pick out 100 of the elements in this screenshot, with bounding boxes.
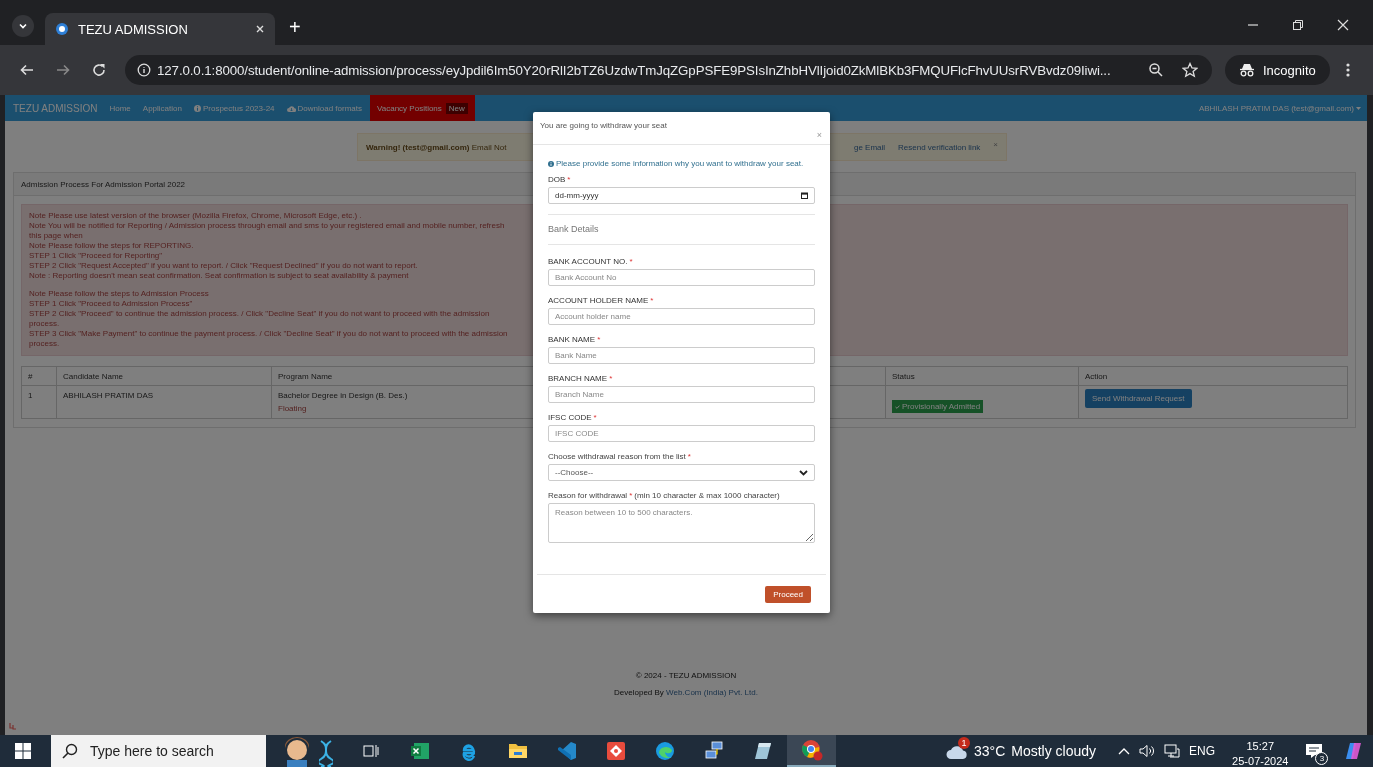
nav-link[interactable]: Home <box>103 95 137 121</box>
field-label: Reason for withdrawal <box>548 491 628 500</box>
column-header: Action <box>1084 370 1109 383</box>
speaker-icon[interactable] <box>1139 744 1156 758</box>
reason-dropdown[interactable]: --Choose-- <box>548 464 815 481</box>
developed-by-text: Developed By <box>614 688 664 697</box>
text-field[interactable]: Bank Name <box>548 347 815 364</box>
star-icon[interactable] <box>1182 62 1198 78</box>
date-field[interactable]: dd-mm-yyyy <box>548 187 815 204</box>
program-name: Bachelor Degree in Design (B. Des.) <box>278 391 408 400</box>
chevron-up-icon[interactable] <box>1118 747 1131 755</box>
note-line: STEP 3 Click "Make Payment" to continue the payment process. / Click "Decline Seat" if you do not want to proceed with the admission process. <box>29 329 509 349</box>
note-line: Note Please use latest version of the browser (Mozilla Firefox, Chrome, Microsoft Edge, etc.) . <box>29 211 363 221</box>
field-hint: (min 10 character & max 1000 character) <box>634 491 780 500</box>
column-header: # <box>22 367 57 385</box>
alert-link[interactable]: ge Email <box>853 142 886 152</box>
zoom-icon[interactable] <box>1148 62 1164 78</box>
column-header: Status <box>886 367 1079 385</box>
info-icon <box>193 104 201 112</box>
info-message: Please provide some information why you want to withdraw your seat. <box>548 159 815 168</box>
developer-link[interactable]: Web.Com (India) Pvt. Ltd. <box>666 688 758 697</box>
forward-icon[interactable] <box>55 62 71 78</box>
cloud-download-icon <box>286 104 296 112</box>
note-line: STEP 1 Click "Proceed for Reporting" <box>29 251 164 261</box>
required-mark: * <box>629 257 633 266</box>
info-icon[interactable] <box>137 63 151 77</box>
text-field[interactable]: Branch Name <box>548 386 815 403</box>
brand-link[interactable]: TEZU ADMISSION <box>13 102 98 114</box>
column-header: Candidate Name <box>57 367 272 385</box>
browser-tab[interactable]: TEZU ADMISSION <box>45 13 275 45</box>
address-bar[interactable]: 127.0.0.1:8000/student/online-admission/process/eyJpdil6Im50Y20rRlI2bTZ6UzdwTmJqZGpPSFE9PSIsInZhbHVlIjoid0ZkMlBKb3FMQUFlcFhvUUsrRVBvdz09Iiwi... <box>125 55 1212 85</box>
nav-link[interactable]: Application <box>136 95 188 121</box>
reason-textarea[interactable]: Reason between 10 to 500 characters. <box>548 503 815 543</box>
required-mark: * <box>629 491 633 500</box>
spreadsheet-icon <box>409 741 430 761</box>
required-mark: * <box>687 452 691 461</box>
warning-text: Warning! (test@gmail.com) Email Not <box>366 142 507 152</box>
clock[interactable]: 15:27 25-07-2024 <box>1232 739 1289 767</box>
field-label: IFSC CODE <box>548 413 592 422</box>
status-badge: Provisionally Admitted <box>892 400 984 413</box>
code-editor-icon <box>556 741 577 761</box>
field-label: ACCOUNT HOLDER NAME <box>548 296 649 305</box>
chevron-down-icon <box>18 21 28 31</box>
new-badge: New <box>445 102 468 114</box>
language-indicator[interactable]: ENG <box>1189 744 1216 758</box>
incognito-button[interactable]: Incognito <box>1225 55 1330 85</box>
required-mark: * <box>650 296 654 305</box>
user-menu[interactable]: ABHILASH PRATIM DAS (test@gmail.com) <box>1198 103 1367 113</box>
dialog-title: You are going to withdraw your seat <box>540 121 667 132</box>
note-line: STEP 2 Click "Request Accepted" if you want to report. / Click "Request Declined" if you do not want to report. <box>29 261 419 271</box>
reload-icon[interactable] <box>91 62 107 78</box>
required-mark: * <box>597 335 601 344</box>
notification-count: 3 <box>1315 752 1329 765</box>
program-type: Floating <box>278 404 307 413</box>
tab-search-button[interactable] <box>12 15 34 37</box>
edge-browser-icon <box>654 741 675 761</box>
note-line: Note You will be notified for Reporting / Admission process through email and sms to your registered email and mobile number, refresh this page when <box>29 221 506 241</box>
url-text: 127.0.0.1:8000/student/online-admission/process/eyJpdil6Im50Y20rRlI2bTZ6UzdwTmJqZGpPSFE9PSIsInZhbHVlIjoid0ZkMlBKb3FMQUFlcFhvUUsrRVBvdz09Iiwi... <box>157 62 1112 78</box>
search-icon <box>62 743 78 759</box>
calendar-icon[interactable] <box>801 192 808 199</box>
restore-icon[interactable] <box>1292 19 1304 31</box>
close-button[interactable]: × <box>816 130 822 140</box>
field-label: BANK NAME <box>548 335 596 344</box>
required-mark: * <box>567 175 571 184</box>
text-field[interactable]: IFSC CODE <box>548 425 815 442</box>
alert-link[interactable]: Resend verification link <box>898 142 981 152</box>
menu-icon[interactable] <box>1344 62 1351 78</box>
diamond-app-icon <box>605 741 626 761</box>
text-field[interactable]: Account holder name <box>548 308 815 325</box>
field-label: BRANCH NAME <box>548 374 608 383</box>
caret-icon <box>1356 106 1361 110</box>
nav-link[interactable]: Download formats <box>280 95 369 121</box>
chrome-icon <box>800 739 823 761</box>
back-icon[interactable] <box>19 62 35 78</box>
task-view-icon <box>362 743 379 759</box>
table-cell: 1 <box>22 386 57 418</box>
globe-icon <box>55 22 69 36</box>
send-withdrawal-button[interactable]: Send Withdrawal Request <box>1085 389 1192 408</box>
info-icon <box>548 160 554 167</box>
new-tab-button[interactable]: + <box>289 16 301 39</box>
nav-link[interactable]: Prospectus 2023-24 <box>187 95 281 121</box>
close-icon[interactable] <box>1337 19 1349 31</box>
field-label: DOB <box>548 175 566 184</box>
text-field[interactable]: Bank Account No <box>548 269 815 286</box>
folder-icon <box>507 742 528 760</box>
check-icon <box>895 404 900 409</box>
network-computers-icon <box>703 741 724 761</box>
table-cell: ABHILASH PRATIM DAS <box>57 386 272 418</box>
dna-icon <box>319 739 333 767</box>
weather-text: Mostly cloudy <box>1011 743 1097 759</box>
network-icon[interactable] <box>1164 744 1181 758</box>
windows-start-icon[interactable] <box>15 743 31 759</box>
alert-close-button[interactable]: × <box>993 139 998 149</box>
notebook-icon <box>752 741 773 761</box>
field-label: Choose withdrawal reason from the list <box>548 452 686 461</box>
incognito-icon <box>1239 63 1255 77</box>
taskbar-search-field[interactable]: Type here to search <box>51 735 266 767</box>
proceed-button[interactable]: Proceed <box>765 585 811 603</box>
chevron-down-icon <box>799 469 808 476</box>
close-icon[interactable] <box>255 24 265 34</box>
